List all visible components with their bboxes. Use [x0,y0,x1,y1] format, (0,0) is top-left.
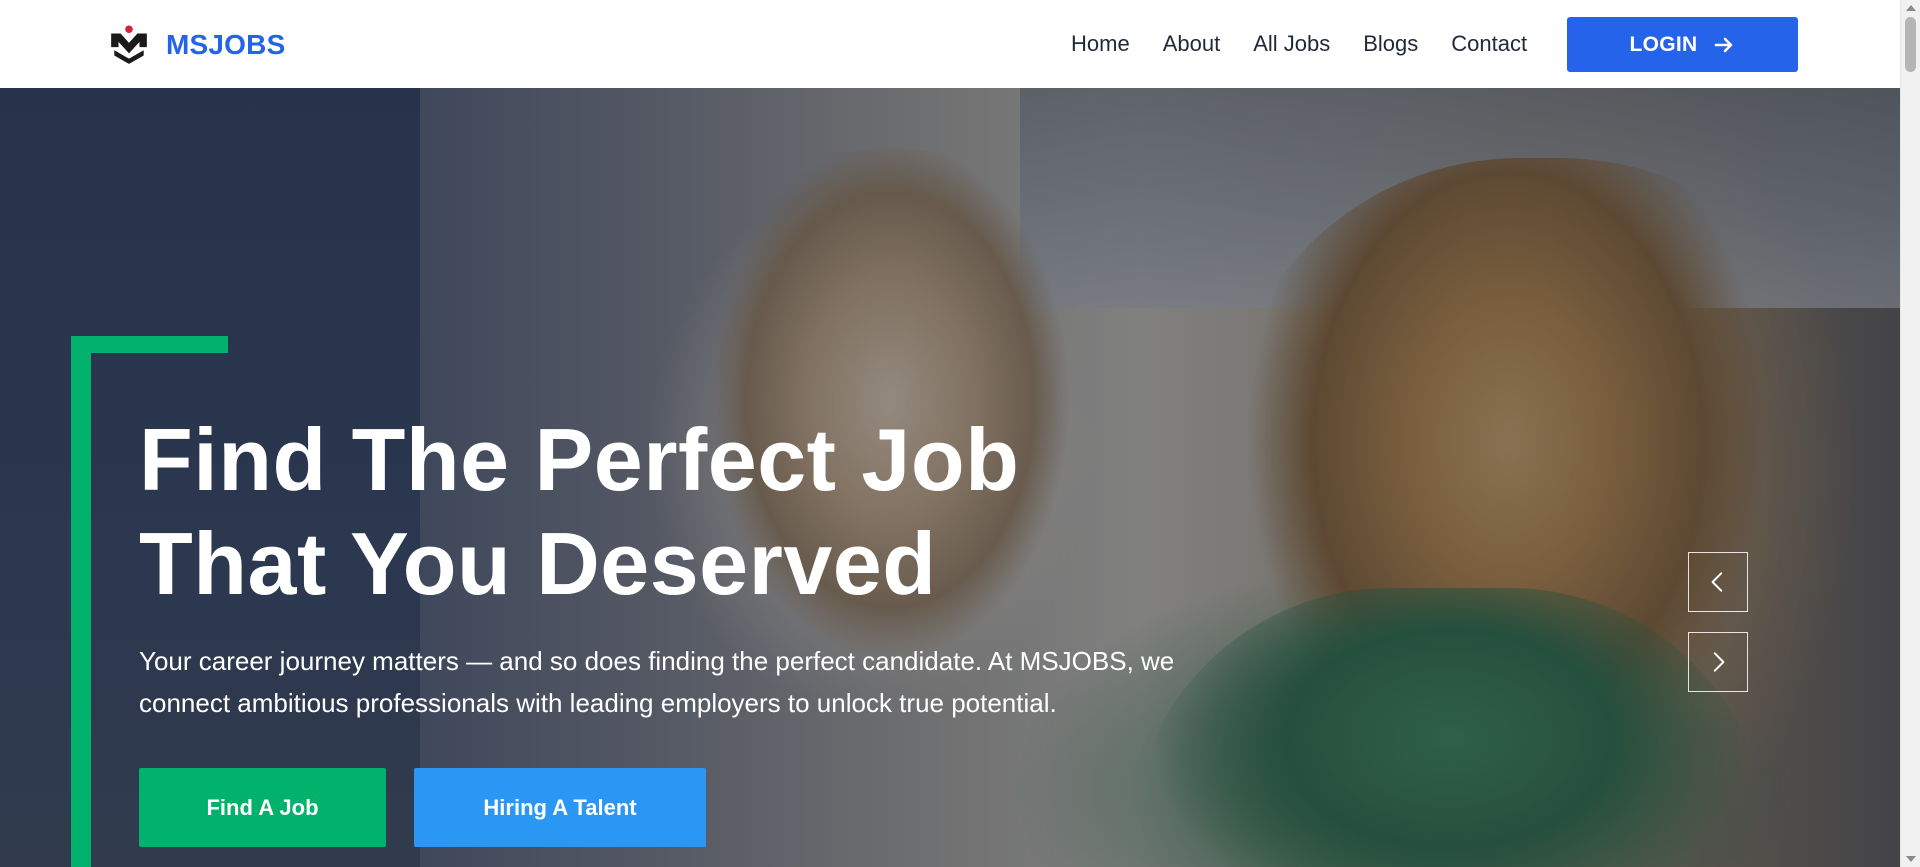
hero-title: Find The Perfect Job That You Deserved [139,408,1139,616]
hero-section: Find The Perfect Job That You Deserved Y… [0,88,1900,867]
brand[interactable]: MSJOBS [108,24,285,66]
hero-subtitle: Your career journey matters — and so doe… [139,646,1175,718]
login-button[interactable]: LOGIN [1567,17,1798,72]
hero-accent-bar-left [71,336,91,867]
nav-blogs-link[interactable]: Blogs [1363,30,1418,58]
top-navbar: MSJOBS Home About All Jobs Blogs Contact… [0,0,1900,88]
scroll-thumb[interactable] [1905,17,1916,72]
chevron-right-icon [1713,652,1725,672]
scroll-down-arrow-icon[interactable] [1906,856,1916,862]
arrow-right-icon [1714,37,1732,52]
find-job-button[interactable]: Find A Job [139,768,386,847]
main-nav: Home About All Jobs Blogs Contact [1071,30,1527,58]
slider-prev-button[interactable] [1688,552,1748,612]
slider-next-button[interactable] [1688,632,1748,692]
page-scrollbar[interactable] [1900,0,1920,867]
hero-title-line-1: Find The Perfect Job [139,410,1020,509]
nav-contact-link[interactable]: Contact [1451,30,1527,58]
chevron-left-icon [1711,572,1723,592]
hero-accent-bar-top [71,336,228,353]
nav-home-link[interactable]: Home [1071,30,1130,58]
login-button-label: LOGIN [1629,32,1698,56]
hire-talent-button[interactable]: Hiring A Talent [414,768,706,847]
scroll-up-arrow-icon[interactable] [1906,5,1916,11]
hero-title-line-2: That You Deserved [139,514,937,613]
nav-all-jobs-link[interactable]: All Jobs [1253,30,1330,58]
brand-name: MSJOBS [166,29,286,60]
nav-about-link[interactable]: About [1163,30,1221,58]
msjobs-logo-icon [111,25,147,64]
